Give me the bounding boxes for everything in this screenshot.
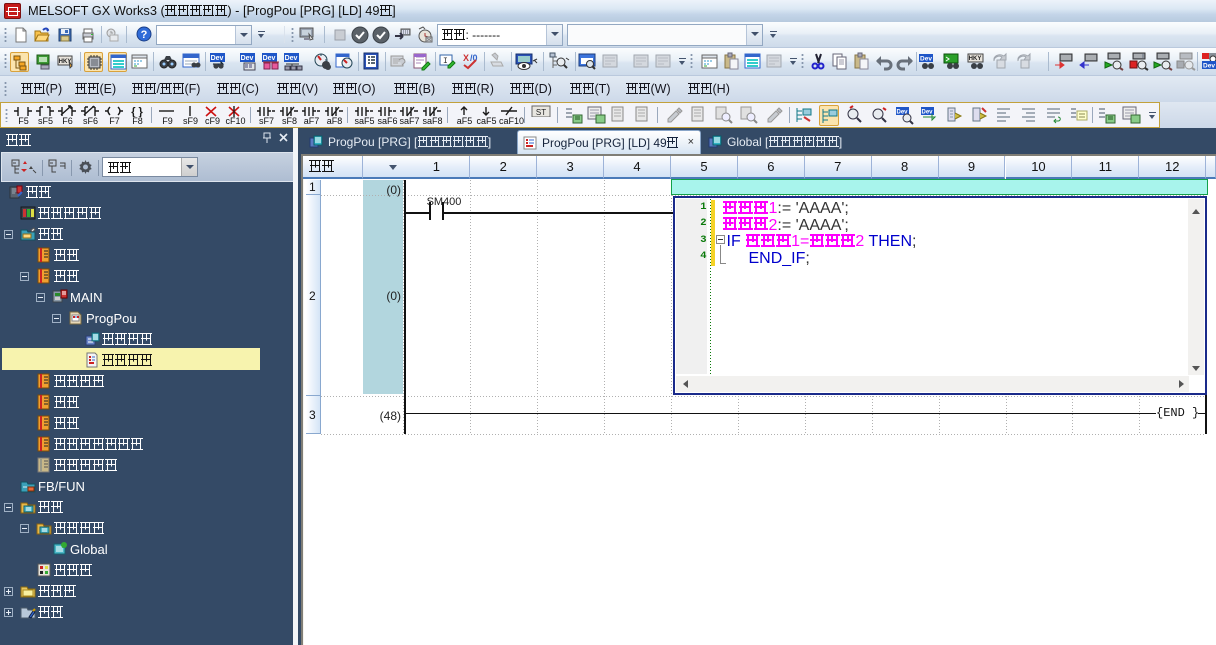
svg-text:Dev: Dev [921,110,933,116]
svg-text:HKY: HKY [969,56,982,62]
svg-text:Dev: Dev [211,55,224,62]
svg-text:?: ? [141,29,148,41]
svg-text:Dev: Dev [920,56,932,63]
svg-text:I: I [443,57,448,66]
svg-text:Dev: Dev [285,55,298,62]
svg-text:X: X [463,53,469,63]
svg-text:Dev: Dev [1203,63,1215,70]
svg-text:Dev: Dev [263,55,276,62]
svg-text:ST: ST [536,108,546,117]
svg-text:Dev: Dev [241,55,254,62]
